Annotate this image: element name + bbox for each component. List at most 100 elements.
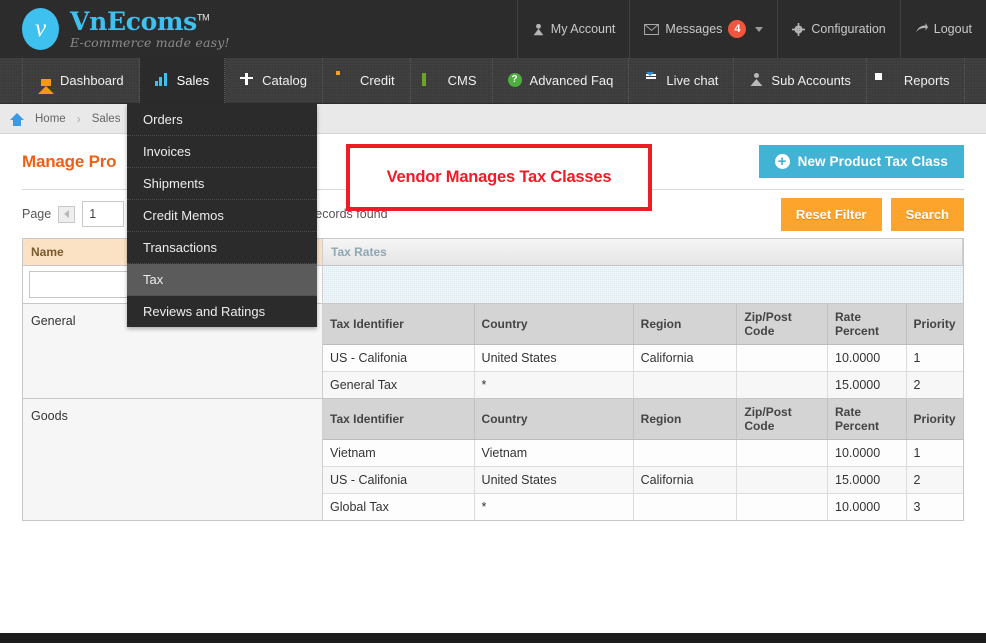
cell-region <box>633 440 737 467</box>
table-row[interactable]: GoodsTax IdentifierCountryRegionZip/Post… <box>23 399 963 520</box>
annotation-text: Vendor Manages Tax Classes <box>387 168 612 187</box>
cell-rate-percent: 10.0000 <box>828 345 907 372</box>
cell-tax-identifier: General Tax <box>323 372 474 399</box>
page-number-input[interactable] <box>82 201 124 227</box>
admin-page: v VnEcomsTM E-commerce made easy! My Acc… <box>0 0 986 643</box>
tax-rate-row[interactable]: Global Tax*10.00003 <box>323 494 963 521</box>
footer-strip <box>0 633 986 643</box>
tax-rates-header-row: Tax IdentifierCountryRegionZip/Post Code… <box>323 399 963 440</box>
breadcrumb-separator: › <box>77 112 81 126</box>
plus-icon: + <box>775 154 790 169</box>
tax-rates-column-header: Region <box>633 399 737 440</box>
tax-rate-row[interactable]: US - CalifoniaUnited StatesCalifornia15.… <box>323 467 963 494</box>
cell-priority: 1 <box>906 440 963 467</box>
tax-rates-column-header: Priority <box>906 399 963 440</box>
new-product-tax-class-label: New Product Tax Class <box>798 154 948 169</box>
cell-country: * <box>474 494 633 521</box>
nav-item-live-chat[interactable]: Live chat <box>629 58 734 103</box>
menu-item-invoices[interactable]: Invoices <box>127 136 317 168</box>
cell-country: * <box>474 372 633 399</box>
tax-rates-column-header: Country <box>474 399 633 440</box>
brand-text: VnEcomsTM E-commerce made easy! <box>70 9 230 49</box>
tax-rate-row[interactable]: US - CalifoniaUnited StatesCalifornia10.… <box>323 345 963 372</box>
tax-rates-column-header: Country <box>474 304 633 345</box>
filter-cell-tax-rates <box>323 266 963 304</box>
nav-item-sales[interactable]: Sales <box>140 58 226 103</box>
nav-item-catalog[interactable]: Catalog <box>225 58 323 103</box>
cell-tax-identifier: US - Califonia <box>323 467 474 494</box>
nav-item-reports[interactable]: Reports <box>867 58 966 103</box>
nav-item-label: Reports <box>904 73 950 88</box>
menu-item-reviews-and-ratings[interactable]: Reviews and Ratings <box>127 296 317 327</box>
tax-rates-column-header: Zip/Post Code <box>737 399 828 440</box>
cell-region <box>633 494 737 521</box>
nav-item-label: Advanced Faq <box>530 73 614 88</box>
cell-zip-post-code <box>737 345 828 372</box>
nav-item-label: Catalog <box>262 73 307 88</box>
breadcrumb-home[interactable]: Home <box>35 113 66 125</box>
tax-rates-column-header: Tax Identifier <box>323 399 474 440</box>
previous-page-button[interactable] <box>58 206 75 223</box>
reset-filter-button[interactable]: Reset Filter <box>781 198 882 231</box>
trademark-mark: TM <box>197 12 209 22</box>
cell-region: California <box>633 345 737 372</box>
nav-item-label: Sales <box>177 73 210 88</box>
menu-item-credit-memos[interactable]: Credit Memos <box>127 200 317 232</box>
nav-item-sub-accounts[interactable]: Sub Accounts <box>734 58 867 103</box>
breadcrumb-current[interactable]: Sales <box>92 113 121 125</box>
cell-tax-identifier: Vietnam <box>323 440 474 467</box>
column-header-tax-rates[interactable]: Tax Rates <box>323 239 963 266</box>
brand-logo[interactable]: v VnEcomsTM E-commerce made easy! <box>0 8 230 50</box>
brand-name: VnEcomsTM <box>70 9 209 35</box>
search-button[interactable]: Search <box>891 198 964 231</box>
cell-priority: 2 <box>906 372 963 399</box>
home-icon[interactable] <box>10 113 24 120</box>
cell-country: Vietnam <box>474 440 633 467</box>
book-icon <box>426 73 441 88</box>
tax-rates-cell: Tax IdentifierCountryRegionZip/Post Code… <box>323 304 963 398</box>
tax-class-name-cell: Goods <box>23 399 323 520</box>
brand-tagline: E-commerce made easy! <box>70 36 230 49</box>
header-item-messages[interactable]: Messages 4 <box>629 0 777 58</box>
envelope-icon <box>644 24 659 35</box>
tax-rates-table: Tax IdentifierCountryRegionZip/Post Code… <box>323 399 963 520</box>
header-item-logout[interactable]: Logout <box>900 0 986 58</box>
tax-rate-row[interactable]: VietnamVietnam 10.00001 <box>323 440 963 467</box>
main-nav: Dashboard Sales Catalog Credit CMS ? Adv… <box>0 58 986 104</box>
logo-glyph: v <box>35 16 46 41</box>
annotation-callout: Vendor Manages Tax Classes <box>346 144 652 211</box>
header-item-label: My Account <box>551 22 616 36</box>
nav-item-label: Live chat <box>666 73 718 88</box>
gift-icon <box>240 73 255 88</box>
nav-item-dashboard[interactable]: Dashboard <box>22 58 140 103</box>
nav-item-cms[interactable]: CMS <box>411 58 493 103</box>
cell-rate-percent: 15.0000 <box>828 467 907 494</box>
header-item-my-account[interactable]: My Account <box>517 0 630 58</box>
grid-filter-actions: Reset Filter Search <box>781 198 964 231</box>
nav-item-label: Dashboard <box>60 73 124 88</box>
tax-rate-row[interactable]: General Tax*15.00002 <box>323 372 963 399</box>
nav-item-credit[interactable]: Credit <box>323 58 411 103</box>
sun-icon <box>338 73 353 88</box>
page-label: Page <box>22 207 51 221</box>
person-icon <box>532 23 545 36</box>
chevron-down-icon[interactable] <box>755 27 763 32</box>
nav-item-advanced-faq[interactable]: ? Advanced Faq <box>493 58 630 103</box>
nav-item-label: Sub Accounts <box>771 73 851 88</box>
sales-dropdown-menu: Orders Invoices Shipments Credit Memos T… <box>127 104 317 327</box>
cell-zip-post-code <box>737 440 828 467</box>
new-product-tax-class-button[interactable]: + New Product Tax Class <box>759 145 964 178</box>
tax-rates-cell: Tax IdentifierCountryRegionZip/Post Code… <box>323 399 963 520</box>
cell-priority: 1 <box>906 345 963 372</box>
cell-tax-identifier: US - Califonia <box>323 345 474 372</box>
menu-item-shipments[interactable]: Shipments <box>127 168 317 200</box>
logo-mark-icon: v <box>22 8 59 50</box>
menu-item-tax[interactable]: Tax <box>127 264 317 296</box>
chevron-left-icon <box>64 210 69 218</box>
cell-rate-percent: 10.0000 <box>828 494 907 521</box>
grid-body: GeneralTax IdentifierCountryRegionZip/Po… <box>23 304 963 520</box>
menu-item-transactions[interactable]: Transactions <box>127 232 317 264</box>
menu-item-orders[interactable]: Orders <box>127 104 317 136</box>
header-item-configuration[interactable]: Configuration <box>777 0 899 58</box>
cell-rate-percent: 10.0000 <box>828 440 907 467</box>
